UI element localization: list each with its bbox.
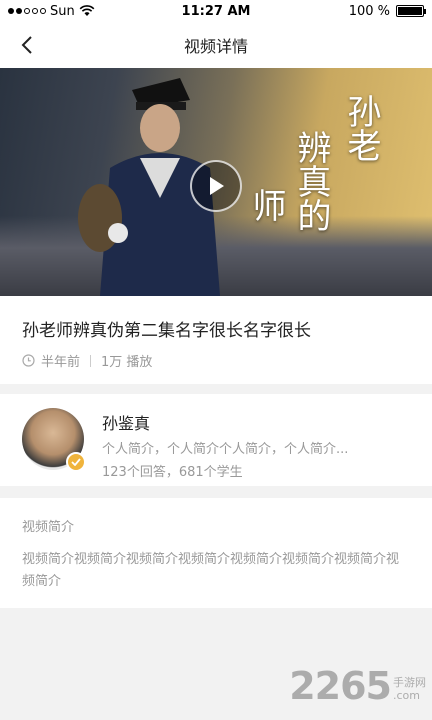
- meta-divider: [90, 354, 92, 367]
- back-button[interactable]: [14, 32, 40, 58]
- play-button[interactable]: [190, 160, 242, 212]
- publish-time: 半年前: [41, 355, 81, 370]
- description-heading: 视频简介: [22, 520, 75, 535]
- watermark-site-cn: 手游网: [393, 676, 426, 689]
- verified-badge: [66, 452, 86, 472]
- status-bar: Sun 11:27 AM 100 %: [0, 0, 432, 22]
- clock-icon: [22, 354, 35, 367]
- video-player[interactable]: 孙老 辨真的 师: [0, 68, 432, 296]
- play-count: 1万 播放: [101, 355, 153, 370]
- carrier-label: Sun: [50, 3, 75, 19]
- watermark-site-en: .com: [393, 689, 420, 702]
- overlay-text-column-1: 孙老: [341, 94, 381, 162]
- author-name: 孙鉴真: [102, 414, 151, 433]
- author-stats: 123个回答，681个学生: [102, 465, 243, 480]
- avatar[interactable]: [22, 408, 86, 472]
- video-title: 孙老师辨真伪第二集名字很长名字很长: [22, 321, 311, 341]
- video-description-card: 视频简介 视频简介视频简介视频简介视频简介视频简介视频简介视频简介视频简介: [0, 498, 432, 608]
- watermark-site: 手游网 .com: [393, 676, 426, 708]
- navigation-bar: 视频详情: [0, 22, 432, 68]
- video-meta: 半年前 1万 播放: [22, 351, 410, 370]
- overlay-text-column-3: 师: [246, 188, 286, 222]
- checkmark-icon: [71, 458, 81, 466]
- site-watermark: 2265 手游网 .com: [289, 664, 426, 708]
- status-bar-right: 100 %: [348, 3, 426, 19]
- author-intro: 个人简介，个人简介个人简介，个人简介...: [102, 442, 349, 457]
- battery-level: [398, 7, 422, 15]
- wifi-icon: [79, 5, 95, 16]
- overlay-text-column-2: 辨真的: [291, 130, 331, 232]
- video-info-card: 孙老师辨真伪第二集名字很长名字很长 半年前 1万 播放: [0, 296, 432, 384]
- battery-icon: [396, 5, 426, 17]
- status-bar-left: Sun: [8, 4, 95, 19]
- signal-strength-icon: [8, 8, 46, 14]
- description-body: 视频简介视频简介视频简介视频简介视频简介视频简介视频简介视频简介: [22, 552, 400, 589]
- author-card[interactable]: 孙鉴真 个人简介，个人简介个人简介，个人简介... 123个回答，681个学生: [0, 394, 432, 486]
- page-title: 视频详情: [183, 37, 248, 56]
- watermark-number: 2265: [289, 664, 392, 708]
- author-info: 孙鉴真 个人简介，个人简介个人简介，个人简介... 123个回答，681个学生: [102, 408, 410, 480]
- play-icon: [210, 177, 224, 195]
- chevron-left-icon: [21, 36, 32, 54]
- battery-percent: 100 %: [348, 3, 390, 19]
